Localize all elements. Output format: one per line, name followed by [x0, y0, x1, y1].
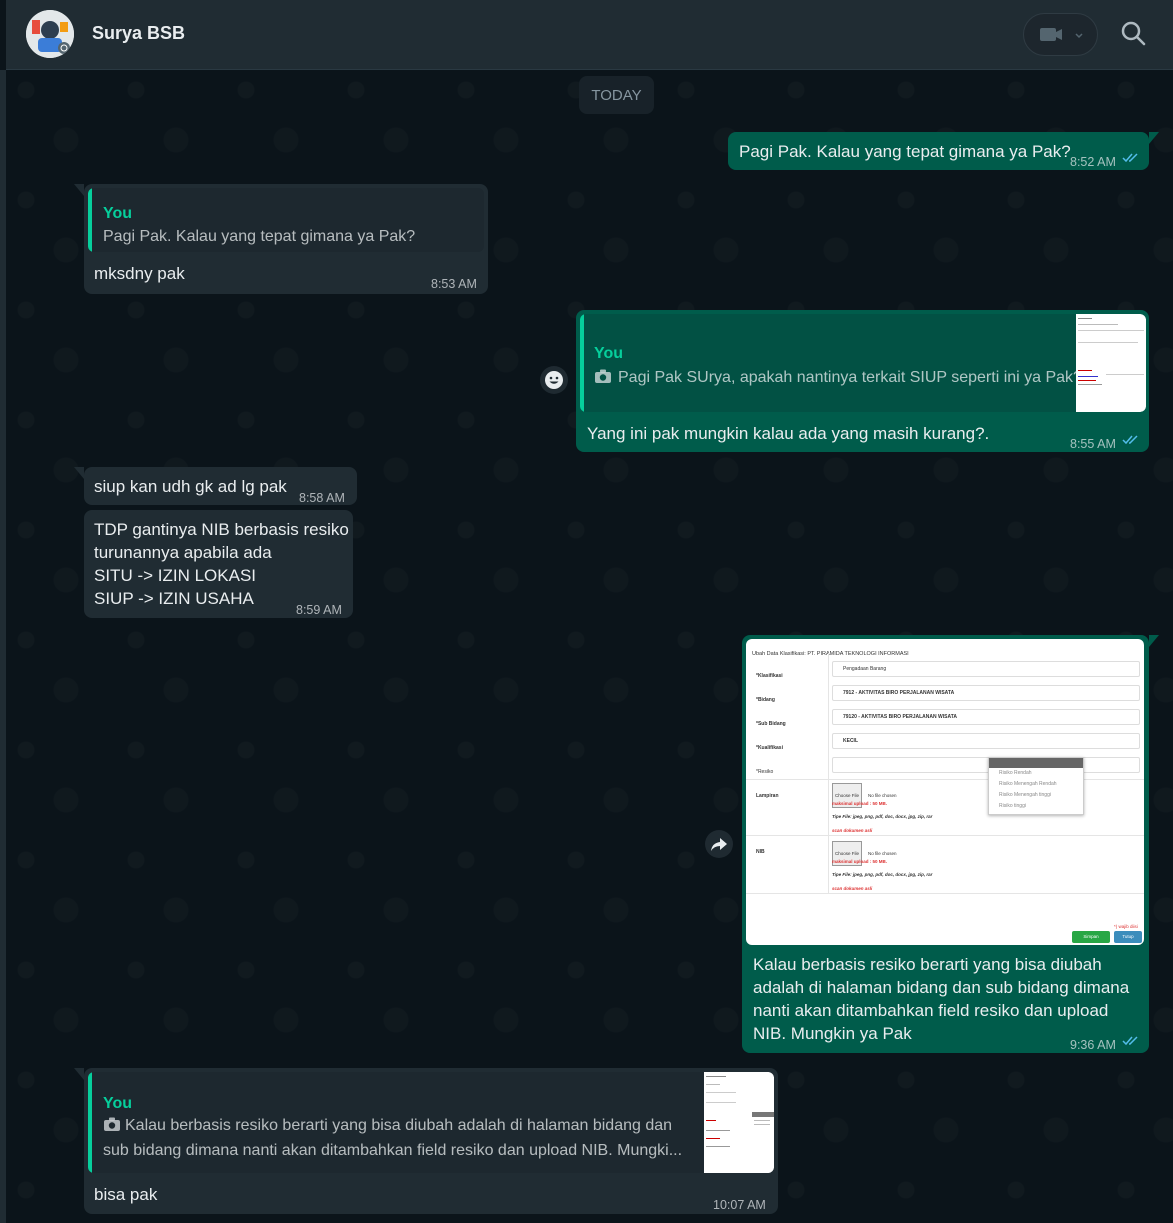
message-text: Pagi Pak. Kalau yang tepat gimana ya Pak…: [739, 142, 1071, 161]
shared-image[interactable]: Ubah Data Klasifikasi: PT. PIRAMIDA TEKN…: [746, 639, 1144, 945]
image-scan-text: scan dokumen asli: [832, 886, 873, 891]
message-text: bisa pak: [94, 1185, 158, 1204]
bubble-tail: [1149, 635, 1159, 647]
video-camera-icon: [1040, 28, 1083, 41]
quote-text: Kalau berbasis resiko berarti yang bisa …: [103, 1117, 683, 1159]
message-text: mksdny pak: [94, 264, 185, 283]
emoji-reaction-button[interactable]: [540, 366, 568, 394]
double-check-icon: [1122, 1036, 1138, 1046]
message-outgoing[interactable]: Pagi Pak. Kalau yang tepat gimana ya Pak…: [728, 132, 1149, 170]
message-incoming[interactable]: TDP gantinya NIB berbasis resiko turunan…: [84, 510, 353, 618]
bubble-tail: [74, 467, 84, 479]
image-save-button: Simpan: [1072, 931, 1110, 943]
image-field-label: *Bidang: [756, 697, 775, 703]
message-text: TDP gantinya NIB berbasis resiko turunan…: [94, 520, 349, 608]
quote-text: Pagi Pak SUrya, apakah nantinya terkait …: [618, 369, 1082, 386]
search-button[interactable]: [1118, 18, 1150, 50]
bubble-tail: [74, 184, 84, 196]
image-field-label: *Klasifikasi: [756, 673, 783, 679]
double-check-icon: [1122, 153, 1138, 163]
dropdown-option: Risiko tinggi: [999, 803, 1026, 809]
chat-header: Surya BSB: [6, 0, 1173, 70]
message-incoming[interactable]: You Pagi Pak. Kalau yang tepat gimana ya…: [84, 184, 488, 294]
message-time: 10:07 AM: [713, 1198, 766, 1212]
image-field-value: 7912 - AKTIVITAS BIRO PERJALANAN WISATA: [832, 685, 1140, 701]
quoted-message[interactable]: You Pagi Pak SUrya, apakah nantinya terk…: [580, 314, 1146, 412]
document-thumbnail-icon: [704, 1072, 774, 1173]
forward-icon: [711, 838, 727, 851]
quote-bar: [88, 188, 92, 252]
image-field-label: *Kualifikasi: [756, 745, 783, 751]
image-field-value: KECIL: [832, 733, 1140, 749]
quote-image-thumbnail: [1076, 314, 1146, 412]
image-field-label: *Resiko: [756, 769, 774, 775]
quote-text: Pagi Pak. Kalau yang tepat gimana ya Pak…: [103, 228, 416, 245]
message-time: 8:52 AM: [1070, 155, 1116, 169]
image-scan-text: scan dokumen asli: [832, 828, 873, 833]
image-divider: [828, 653, 829, 893]
message-time: 8:53 AM: [431, 277, 477, 291]
video-call-button[interactable]: [1023, 13, 1098, 56]
quote-bar: [88, 1072, 92, 1173]
image-field-value: Pengadaan Barang: [832, 661, 1140, 677]
date-chip: TODAY: [579, 76, 654, 114]
double-check-icon: [1122, 435, 1138, 445]
dropdown-option: Risiko Rendah: [999, 770, 1032, 776]
message-time: 8:59 AM: [296, 603, 342, 617]
image-field-label: NIB: [756, 849, 765, 855]
message-outgoing[interactable]: Ubah Data Klasifikasi: PT. PIRAMIDA TEKN…: [742, 635, 1149, 1053]
avatar-image-icon: [26, 10, 74, 58]
message-incoming[interactable]: siup kan udh gk ad lg pak 8:58 AM: [84, 467, 357, 505]
forward-button[interactable]: [705, 830, 733, 858]
message-text: siup kan udh gk ad lg pak: [94, 477, 287, 496]
quote-bar: [580, 314, 584, 412]
image-close-button: Tutup: [1114, 931, 1142, 943]
message-time: 9:36 AM: [1070, 1038, 1116, 1052]
message-incoming[interactable]: You Kalau berbasis resiko berarti yang b…: [84, 1068, 778, 1214]
image-dropdown: Risiko Rendah Risiko Menengah Rendah Ris…: [988, 757, 1084, 815]
emoji-icon: [545, 371, 563, 389]
document-thumbnail-icon: [1076, 314, 1146, 412]
image-row-divider: [746, 779, 1144, 780]
image-field-label: *Sub Bidang: [756, 721, 786, 727]
image-field-label: Lampiran: [756, 793, 779, 799]
image-row-divider: [746, 835, 1144, 836]
image-row-divider: [746, 893, 1144, 894]
message-time: 8:58 AM: [299, 491, 345, 505]
message-text: Kalau berbasis resiko berarti yang bisa …: [753, 955, 1130, 1043]
dropdown-option: Risiko Menengah Rendah: [999, 781, 1057, 787]
dropdown-option: Risiko Menengah tinggi: [999, 792, 1051, 798]
contact-name[interactable]: Surya BSB: [92, 23, 185, 44]
message-outgoing[interactable]: You Pagi Pak SUrya, apakah nantinya terk…: [576, 310, 1149, 452]
camera-icon: [595, 369, 611, 383]
search-icon: [1121, 21, 1146, 46]
message-time: 8:55 AM: [1070, 437, 1116, 451]
message-text: Yang ini pak mungkin kalau ada yang masi…: [587, 424, 990, 443]
quote-author: You: [103, 1095, 133, 1112]
bubble-tail: [74, 1068, 84, 1080]
chat-area[interactable]: TODAY Pagi Pak. Kalau yang tepat gimana …: [6, 70, 1173, 1223]
contact-avatar[interactable]: [26, 10, 74, 58]
bubble-tail: [1149, 132, 1159, 144]
image-field-value: 79120 - AKTIVITAS BIRO PERJALANAN WISATA: [832, 709, 1140, 725]
quoted-message[interactable]: You Kalau berbasis resiko berarti yang b…: [88, 1072, 774, 1173]
quoted-message[interactable]: You Pagi Pak. Kalau yang tepat gimana ya…: [88, 188, 484, 252]
quote-image-thumbnail: [704, 1072, 774, 1173]
image-field-value: [832, 757, 1140, 773]
quote-author: You: [594, 345, 624, 362]
dropdown-header: [989, 758, 1083, 768]
quote-author: You: [103, 205, 133, 222]
